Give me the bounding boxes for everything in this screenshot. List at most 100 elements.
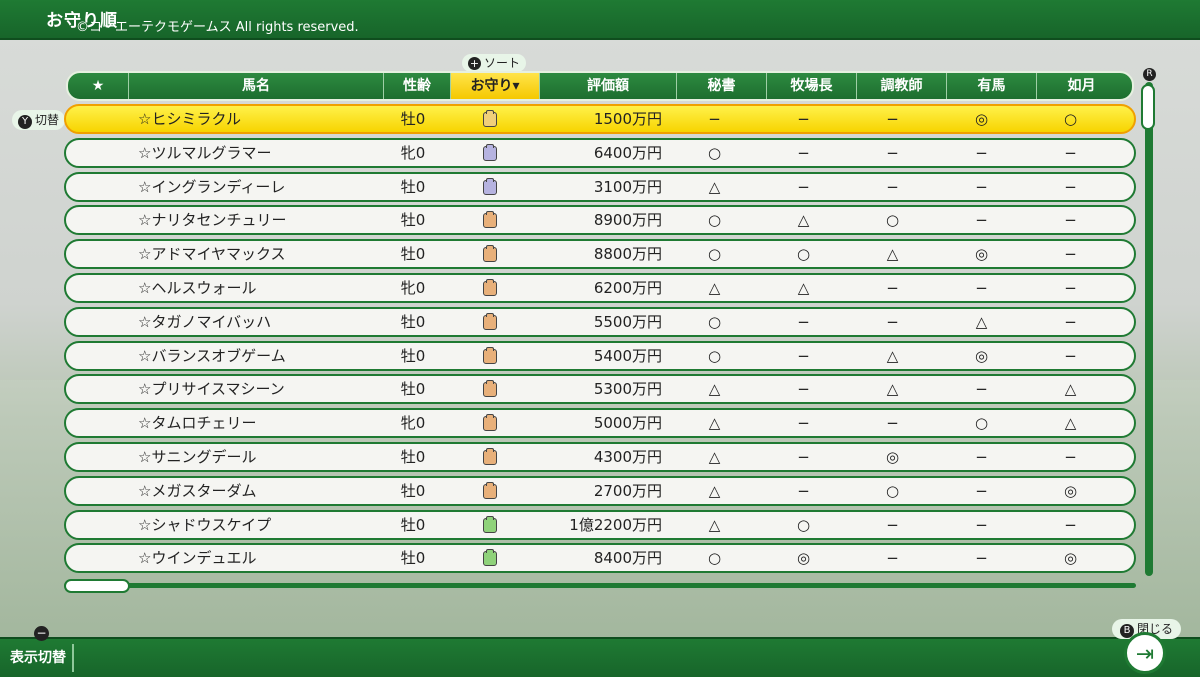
table-row[interactable]: ☆タガノマイバッハ 牡0 5500万円 ○ − − △ −: [64, 306, 1136, 337]
horse-age: 牝0: [400, 278, 426, 297]
r-button-icon: R: [1143, 68, 1156, 81]
col-header-favorite[interactable]: ★: [68, 73, 129, 99]
table-row[interactable]: ☆シャドウスケイプ 牡0 1億2200万円 △ ○ − − −: [64, 509, 1136, 540]
horse-name: ☆ヒシミラクル: [138, 110, 241, 128]
charm-icon: [483, 278, 497, 296]
sort-button[interactable]: + ソート: [462, 54, 527, 72]
horse-age: 牡0: [400, 110, 426, 128]
horse-age: 牡0: [400, 245, 426, 264]
charm-icon: [483, 414, 497, 432]
table-row[interactable]: ☆ヒシミラクル 牡0 1500万円 − − − ◎ ○: [64, 104, 1136, 134]
swap-button[interactable]: Y 切替: [12, 110, 66, 130]
secretary-rating: △: [708, 177, 721, 196]
arima-rating: ◎: [974, 245, 989, 264]
charm-cell: [446, 106, 534, 132]
horse-name: ☆イングランディーレ: [138, 177, 286, 196]
trainer-rating: −: [886, 312, 899, 331]
secretary-rating: −: [708, 110, 721, 128]
arima-rating: ◎: [974, 346, 989, 365]
table-row[interactable]: ☆バランスオブゲーム 牡0 5400万円 ○ − △ ◎ −: [64, 340, 1136, 371]
trainer-rating: ○: [885, 211, 900, 230]
horse-value: 3100万円: [593, 177, 662, 196]
col-header-name[interactable]: 馬名: [129, 73, 384, 99]
ranch-manager-rating: △: [797, 211, 810, 230]
secretary-rating: △: [708, 414, 721, 433]
charm-icon: [483, 447, 497, 465]
charm-icon: [483, 380, 497, 398]
col-header-charm[interactable]: お守り▾: [451, 73, 540, 99]
table-row[interactable]: ☆ナリタセンチュリー 牡0 8900万円 ○ △ ○ − −: [64, 205, 1136, 236]
col-header-ranch-manager[interactable]: 牧場長: [767, 73, 857, 99]
horse-age: 牡0: [400, 481, 426, 500]
arima-rating: −: [975, 481, 988, 500]
horse-age: 牝0: [400, 143, 426, 162]
table-row[interactable]: ☆メガスターダム 牡0 2700万円 △ − ○ − ◎: [64, 475, 1136, 506]
horizontal-scrollbar[interactable]: [64, 583, 1136, 588]
horse-value: 8900万円: [593, 211, 662, 230]
col-header-kisaragi[interactable]: 如月: [1037, 73, 1126, 99]
horse-name: ☆バランスオブゲーム: [138, 346, 286, 365]
kisaragi-rating: −: [1064, 143, 1077, 162]
charm-icon: [483, 481, 497, 499]
table-row[interactable]: ☆プリサイスマシーン 牡0 5300万円 △ − △ − △: [64, 374, 1136, 405]
horse-name: ☆サニングデール: [138, 447, 257, 466]
secretary-rating: ○: [707, 312, 722, 331]
horse-value: 6400万円: [593, 143, 662, 162]
favorite-cell: [66, 241, 126, 267]
table-row[interactable]: ☆イングランディーレ 牡0 3100万円 △ − − − −: [64, 171, 1136, 202]
arima-rating: −: [975, 447, 988, 466]
favorite-cell: [66, 343, 126, 369]
horse-name: ☆メガスターダム: [138, 481, 257, 500]
trainer-rating: −: [886, 414, 899, 433]
secretary-rating: ○: [707, 346, 722, 365]
ranch-manager-rating: −: [797, 447, 810, 466]
table-row[interactable]: ☆アドマイヤマックス 牡0 8800万円 ○ ○ △ ◎ −: [64, 239, 1136, 270]
horse-value: 1500万円: [593, 110, 662, 128]
horse-value: 1億2200万円: [569, 515, 662, 534]
horse-age: 牡0: [400, 312, 426, 331]
vertical-scroll-thumb[interactable]: [1141, 84, 1155, 130]
ranch-manager-rating: −: [797, 110, 810, 128]
table-row[interactable]: ☆タムロチェリー 牝0 5000万円 △ − − ○ △: [64, 408, 1136, 439]
minus-button-icon: −: [34, 626, 49, 641]
ranch-manager-rating: △: [797, 278, 810, 297]
col-header-value[interactable]: 評価額: [540, 73, 677, 99]
table-row[interactable]: ☆サニングデール 牡0 4300万円 △ − ◎ − −: [64, 441, 1136, 472]
trainer-rating: −: [886, 549, 899, 568]
horse-list: ☆ヒシミラクル 牡0 1500万円 − − − ◎ ○ ☆ツルマルグラマー 牝0 6400万円 ○ − −…: [64, 104, 1136, 577]
horse-age: 牝0: [400, 414, 426, 433]
table-row[interactable]: ☆ウインデュエル 牡0 8400万円 ○ ◎ − − ◎: [64, 543, 1136, 574]
vertical-scrollbar[interactable]: [1145, 82, 1153, 576]
favorite-cell: [66, 309, 126, 335]
horse-age: 牡0: [400, 549, 426, 568]
kisaragi-rating: ◎: [1063, 549, 1078, 568]
trainer-rating: −: [886, 278, 899, 297]
col-header-trainer[interactable]: 調教師: [857, 73, 947, 99]
ranch-manager-rating: −: [797, 414, 810, 433]
col-header-arima[interactable]: 有馬: [947, 73, 1037, 99]
charm-icon: [483, 549, 497, 567]
horse-value: 5000万円: [593, 414, 662, 433]
kisaragi-rating: −: [1064, 312, 1077, 331]
charm-cell: [446, 275, 534, 301]
arima-rating: ◎: [974, 110, 989, 128]
horse-name: ☆ヘルスウォール: [138, 278, 257, 297]
horizontal-scroll-thumb[interactable]: [64, 579, 130, 593]
secretary-rating: ○: [707, 143, 722, 162]
horse-name: ☆タガノマイバッハ: [138, 312, 272, 331]
table-row[interactable]: ☆ヘルスウォール 牝0 6200万円 △ △ − − −: [64, 272, 1136, 303]
charm-cell: [446, 444, 534, 470]
favorite-cell: [66, 140, 126, 166]
arima-rating: −: [975, 177, 988, 196]
exit-door-icon[interactable]: ⇥: [1124, 632, 1166, 674]
table-row[interactable]: ☆ツルマルグラマー 牝0 6400万円 ○ − − − −: [64, 137, 1136, 168]
arima-rating: −: [975, 515, 988, 534]
secretary-rating: △: [708, 380, 721, 399]
bottom-bar: [0, 637, 1200, 677]
col-header-secretary[interactable]: 秘書: [677, 73, 767, 99]
kisaragi-rating: −: [1064, 177, 1077, 196]
secretary-rating: ○: [707, 245, 722, 264]
display-toggle-button[interactable]: 表示切替: [4, 644, 74, 672]
kisaragi-rating: −: [1064, 346, 1077, 365]
col-header-age[interactable]: 性齢: [384, 73, 451, 99]
